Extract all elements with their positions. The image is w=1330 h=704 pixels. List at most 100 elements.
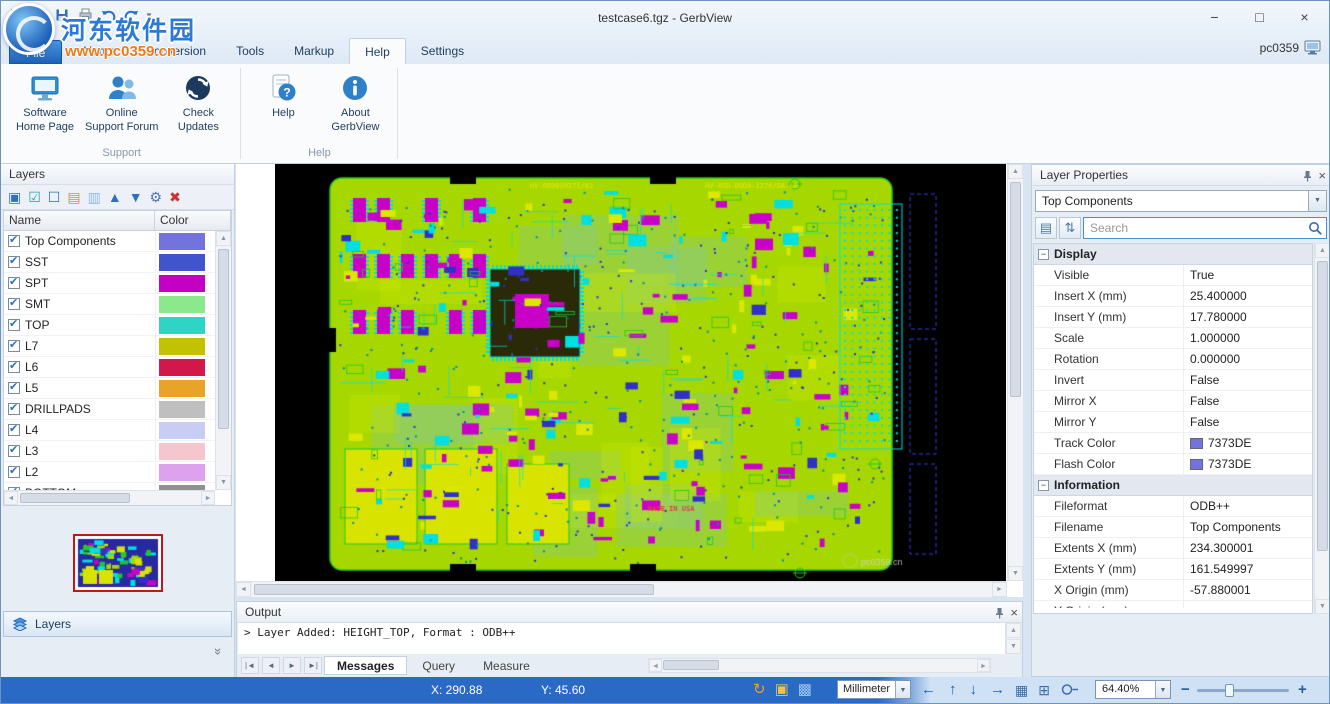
layer-checkbox[interactable]: ✔: [8, 445, 20, 457]
layer-color-swatch[interactable]: [159, 380, 205, 397]
layer-color-swatch[interactable]: [159, 317, 205, 334]
property-row[interactable]: Scale1.000000: [1034, 328, 1312, 349]
help-button[interactable]: ?Help: [247, 66, 319, 146]
properties-vertical-scrollbar[interactable]: ▲ ▼: [1314, 243, 1330, 614]
tab-settings[interactable]: Settings: [406, 38, 479, 64]
zoom-slider[interactable]: [1197, 689, 1289, 692]
layer-checkbox[interactable]: ✔: [8, 382, 20, 394]
gerber-film[interactable]: [275, 164, 1006, 581]
layer-row[interactable]: ✔SST: [4, 252, 215, 273]
scrollbar-thumb[interactable]: [218, 249, 229, 429]
color-fill-icon[interactable]: ▩: [798, 681, 812, 699]
layer-row[interactable]: ✔SMT: [4, 294, 215, 315]
chevron-down-icon[interactable]: ▼: [1308, 191, 1326, 211]
property-row[interactable]: FilenameTop Components: [1034, 517, 1312, 538]
output-horizontal-scrollbar[interactable]: ◄ ►: [648, 658, 991, 673]
layers-horizontal-scrollbar[interactable]: ◄ ►: [4, 490, 215, 505]
search-icon[interactable]: [1308, 221, 1323, 236]
scroll-down-icon[interactable]: ▼: [1315, 599, 1330, 614]
scroll-down-icon[interactable]: ▼: [1006, 639, 1021, 654]
layer-color-swatch[interactable]: [159, 464, 205, 481]
scrollbar-thumb[interactable]: [1010, 182, 1021, 397]
property-row[interactable]: VisibleTrue: [1034, 265, 1312, 286]
grid-toggle-icon[interactable]: ▦: [1015, 681, 1028, 699]
board-thumbnail[interactable]: [73, 534, 163, 592]
tab-home[interactable]: Home: [68, 38, 130, 64]
scrollbar-thumb[interactable]: [20, 493, 130, 503]
layer-checkbox[interactable]: ✔: [8, 298, 20, 310]
scrollbar-thumb[interactable]: [1317, 261, 1328, 551]
layer-row[interactable]: ✔L2: [4, 462, 215, 483]
gerber-canvas[interactable]: [275, 164, 1006, 581]
chevron-down-icon[interactable]: ▼: [895, 681, 910, 698]
close-panel-icon[interactable]: ×: [1318, 165, 1326, 186]
zoom-slider-thumb[interactable]: [1225, 684, 1234, 697]
scrollbar-thumb[interactable]: [663, 660, 719, 670]
property-row[interactable]: Flash Color7373DE: [1034, 454, 1312, 475]
property-search-input[interactable]: [1088, 219, 1304, 237]
scroll-left-icon[interactable]: ◄: [4, 491, 18, 505]
close-button[interactable]: ×: [1282, 3, 1327, 31]
layer-row[interactable]: ✔SPT: [4, 273, 215, 294]
move-layer-up-icon[interactable]: ▲: [108, 190, 122, 204]
unit-combobox[interactable]: Millimeter ▼: [837, 680, 911, 699]
highlight-icon[interactable]: ▣: [775, 681, 789, 699]
scroll-up-icon[interactable]: ▲: [1315, 243, 1330, 258]
about-gerbview-button[interactable]: AboutGerbView: [319, 66, 391, 146]
layer-row[interactable]: ✔Top Components: [4, 231, 215, 252]
scrollbar-thumb[interactable]: [254, 584, 654, 595]
property-row[interactable]: X Origin (mm)-57.880001: [1034, 580, 1312, 601]
property-row[interactable]: Rotation0.000000: [1034, 349, 1312, 370]
tab-scroll-last-icon[interactable]: ►|: [304, 657, 322, 674]
scroll-right-icon[interactable]: ►: [201, 491, 215, 505]
tab-help[interactable]: Help: [349, 38, 406, 64]
tab-scroll-first-icon[interactable]: |◄: [241, 657, 259, 674]
remove-layer-icon[interactable]: ✖: [169, 190, 181, 204]
uncheck-all-layers-icon[interactable]: ☐: [48, 190, 61, 204]
scroll-down-icon[interactable]: ▼: [1008, 566, 1023, 581]
layer-color-swatch[interactable]: [159, 254, 205, 271]
zoom-out-button[interactable]: −: [1181, 678, 1190, 702]
output-vertical-scrollbar[interactable]: ▲ ▼: [1005, 623, 1021, 654]
scroll-right-icon[interactable]: ►: [977, 659, 990, 672]
layer-order-icon[interactable]: ▤: [67, 190, 80, 204]
layer-color-swatch[interactable]: [159, 359, 205, 376]
layer-row[interactable]: ✔L4: [4, 420, 215, 441]
column-header-name[interactable]: Name: [4, 211, 155, 230]
layer-row[interactable]: ✔L5: [4, 378, 215, 399]
layer-checkbox[interactable]: ✔: [8, 319, 20, 331]
pin-icon[interactable]: [1303, 170, 1312, 182]
property-row[interactable]: Insert Y (mm)17.780000: [1034, 307, 1312, 328]
property-row[interactable]: Mirror YFalse: [1034, 412, 1312, 433]
layer-color-swatch[interactable]: [159, 296, 205, 313]
software-home-page-button[interactable]: SoftwareHome Page: [9, 66, 81, 146]
output-tab-messages[interactable]: Messages: [324, 656, 407, 675]
layer-row[interactable]: ✔L3: [4, 441, 215, 462]
pin-icon[interactable]: [995, 607, 1004, 619]
scroll-left-icon[interactable]: ◄: [236, 582, 251, 597]
layer-list-icon[interactable]: ▣: [8, 190, 21, 204]
layer-row[interactable]: ✔DRILLPADS: [4, 399, 215, 420]
tab-conversion[interactable]: Conversion: [130, 38, 221, 64]
layer-color-swatch[interactable]: [159, 401, 205, 418]
property-row[interactable]: Extents X (mm)234.300001: [1034, 538, 1312, 559]
check-updates-button[interactable]: CheckUpdates: [162, 66, 234, 146]
layer-group-icon[interactable]: ▥: [88, 190, 101, 204]
origin-icon[interactable]: [1061, 683, 1079, 696]
tab-markup[interactable]: Markup: [279, 38, 349, 64]
dock-chevrons-icon[interactable]: »: [211, 648, 226, 655]
pan-left-icon[interactable]: ←: [921, 679, 936, 701]
maximize-button[interactable]: □: [1237, 3, 1282, 31]
collapse-icon[interactable]: −: [1038, 480, 1049, 491]
check-all-layers-icon[interactable]: ☑: [28, 190, 41, 204]
viewer-horizontal-scrollbar[interactable]: ◄ ►: [236, 581, 1007, 597]
property-row[interactable]: Mirror XFalse: [1034, 391, 1312, 412]
layer-color-swatch[interactable]: [159, 233, 205, 250]
scroll-right-icon[interactable]: ►: [992, 582, 1007, 597]
online-support-forum-button[interactable]: OnlineSupport Forum: [81, 66, 162, 146]
layer-checkbox[interactable]: ✔: [8, 466, 20, 478]
scroll-left-icon[interactable]: ◄: [649, 659, 662, 672]
categorized-view-icon[interactable]: ▤: [1035, 217, 1057, 239]
layers-vertical-scrollbar[interactable]: ▲ ▼: [215, 231, 231, 490]
layer-checkbox[interactable]: ✔: [8, 256, 20, 268]
